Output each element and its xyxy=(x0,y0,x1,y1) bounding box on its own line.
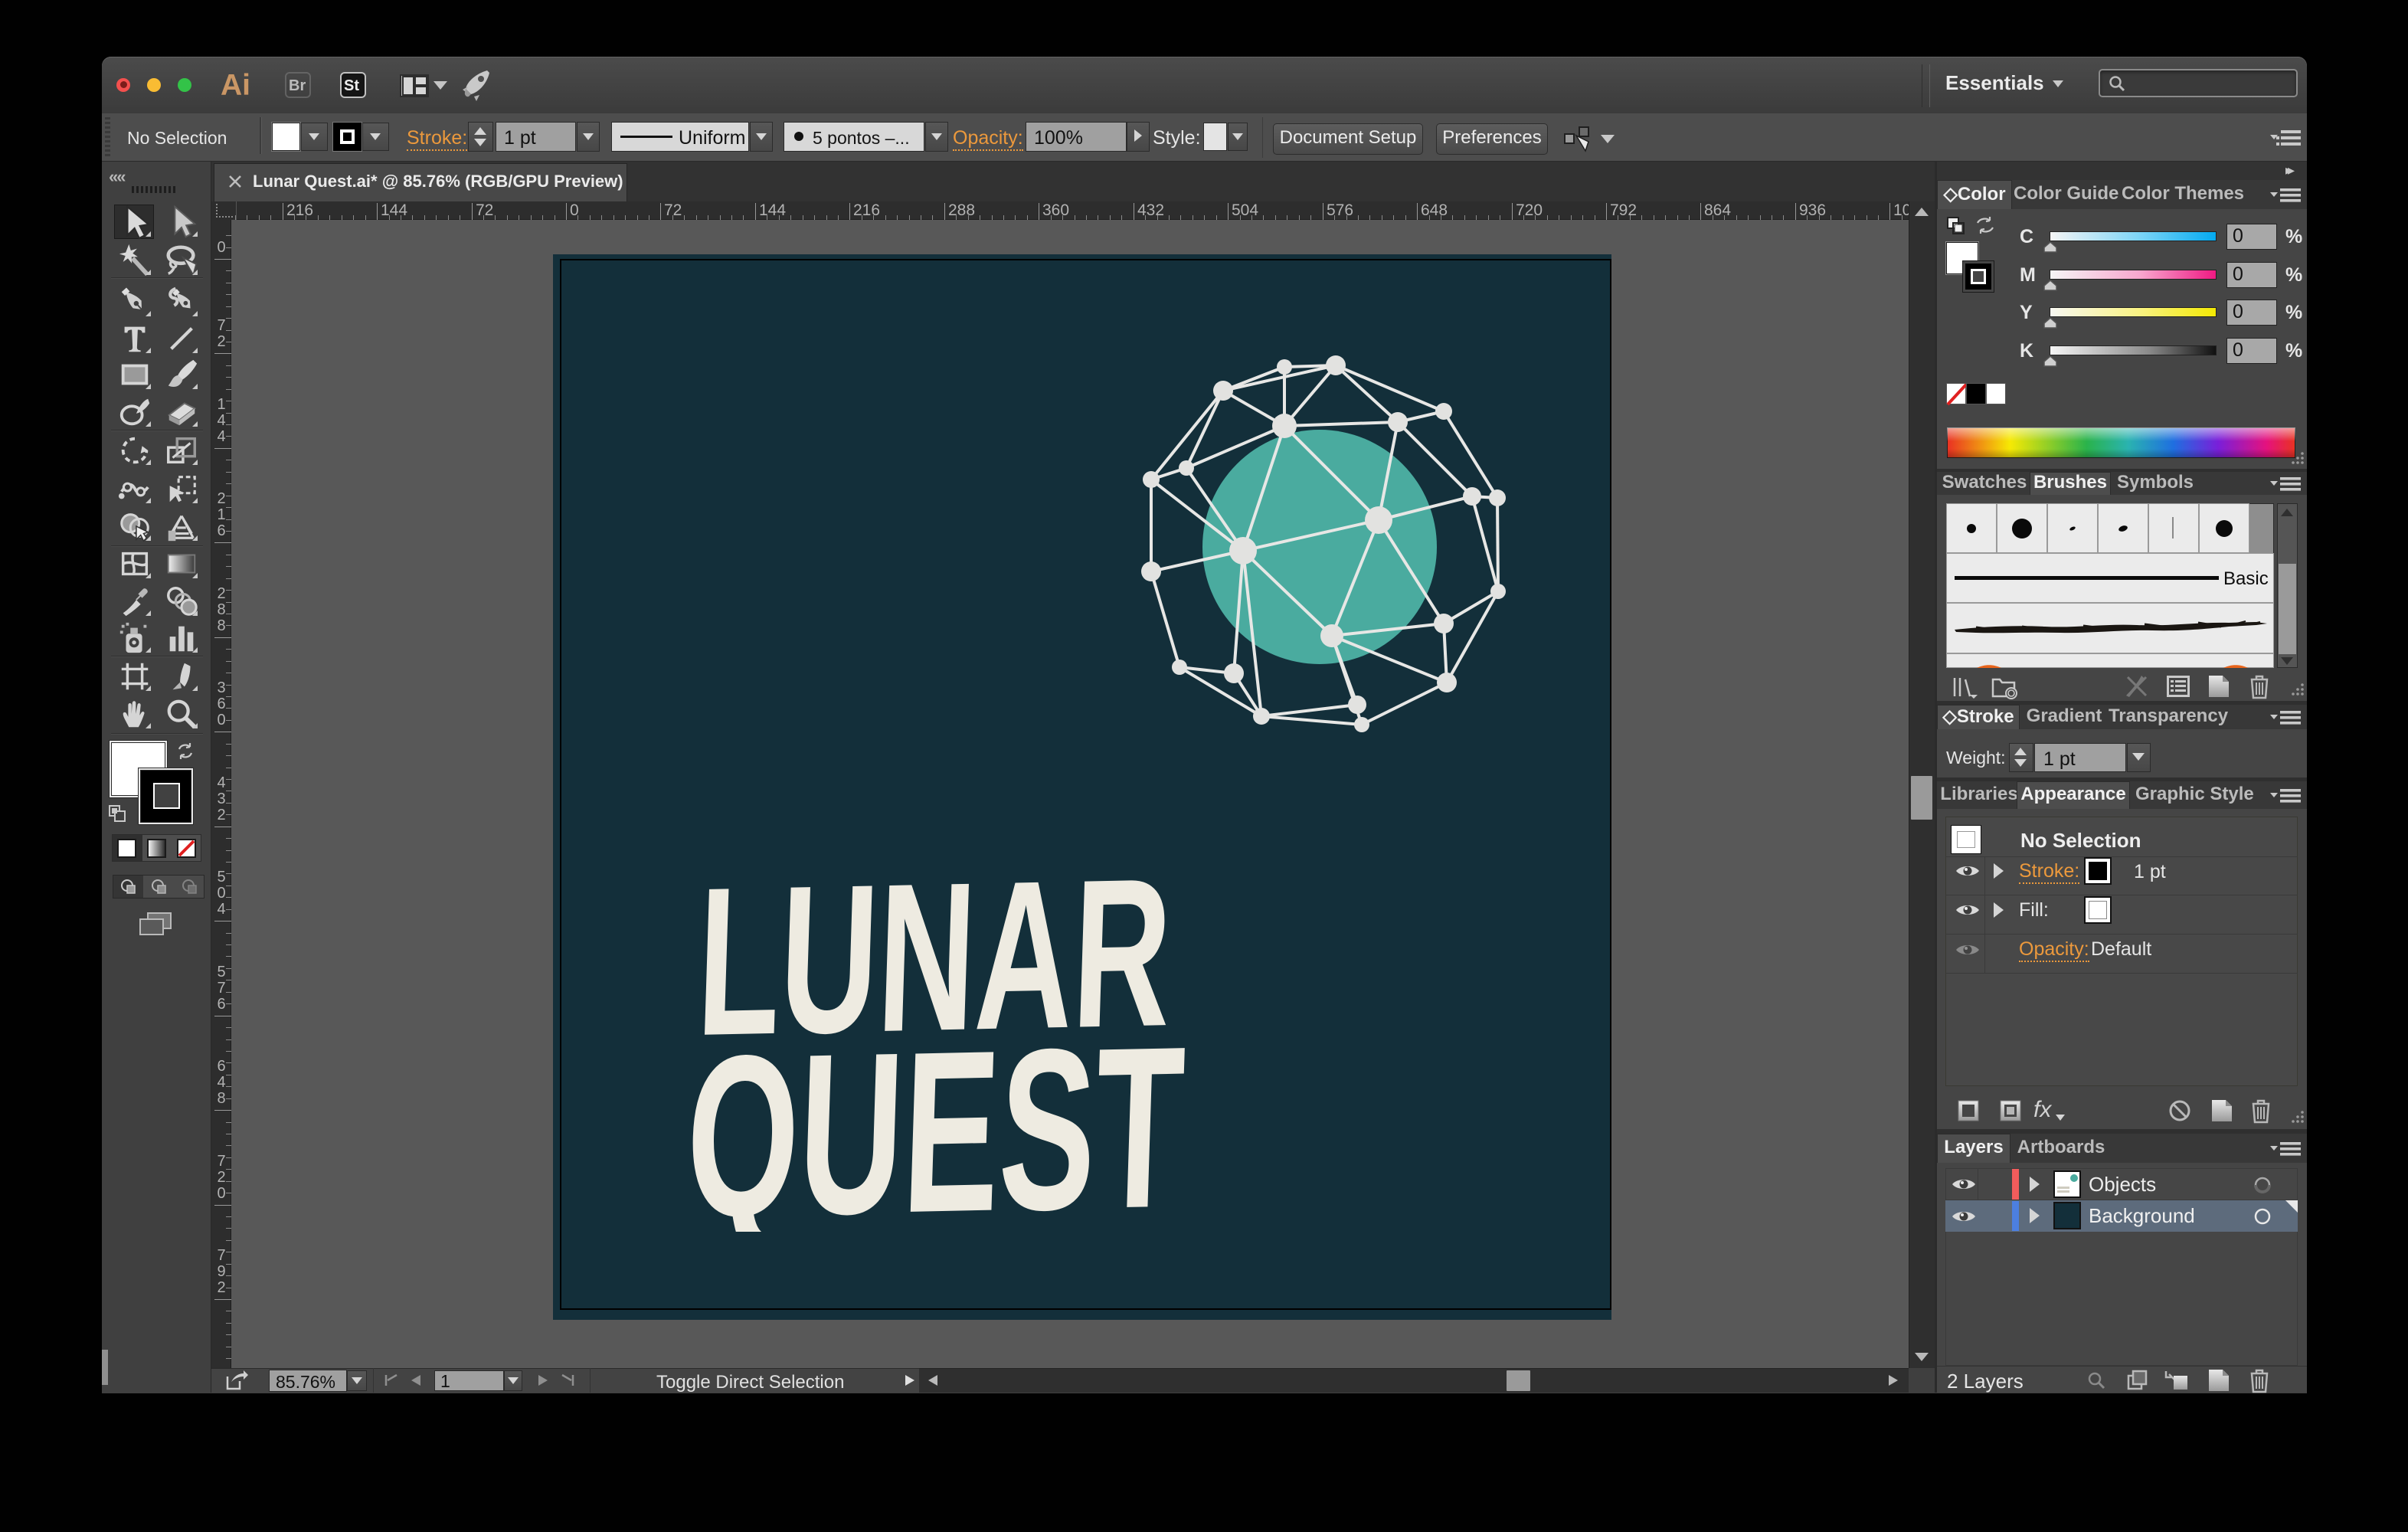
svg-text:QUEST: QUEST xyxy=(683,998,1188,1232)
